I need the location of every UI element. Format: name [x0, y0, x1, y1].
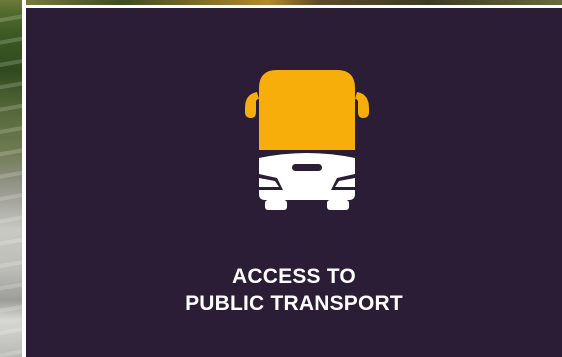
bus-icon — [245, 70, 369, 210]
card-title-line-2: PUBLIC TRANSPORT — [185, 292, 403, 315]
card-title-line-1: ACCESS TO — [232, 265, 356, 288]
transport-feature-card[interactable]: ACCESS TO PUBLIC TRANSPORT — [26, 8, 562, 357]
card-title: ACCESS TO PUBLIC TRANSPORT — [26, 263, 562, 317]
street-photo-left — [0, 0, 22, 357]
